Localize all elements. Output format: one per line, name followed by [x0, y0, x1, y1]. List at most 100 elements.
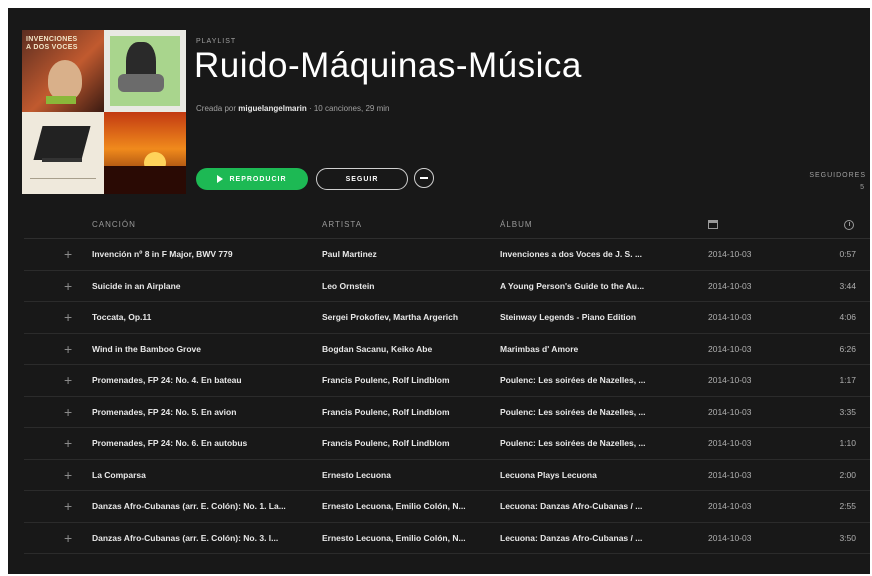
track-album[interactable]: Lecuona: Danzas Afro-Cubanas / ...	[500, 501, 676, 511]
track-artist[interactable]: Leo Ornstein	[322, 281, 490, 291]
play-button-label: REPRODUCIR	[229, 175, 287, 183]
track-artist[interactable]: Bogdan Sacanu, Keiko Abe	[322, 344, 490, 354]
followers-count: 5	[860, 184, 864, 191]
track-duration: 3:50	[839, 532, 856, 543]
calendar-icon[interactable]	[708, 220, 718, 229]
table-row[interactable]: + Promenades, FP 24: No. 6. En autobus F…	[24, 428, 870, 460]
track-artist[interactable]: Paul Martinez	[322, 249, 490, 259]
track-date-added: 2014-10-03	[708, 406, 752, 417]
track-album[interactable]: Steinway Legends - Piano Edition	[500, 312, 676, 322]
add-track-icon[interactable]: +	[64, 530, 72, 546]
add-track-icon[interactable]: +	[64, 341, 72, 357]
table-row[interactable]: + Promenades, FP 24: No. 5. En avion Fra…	[24, 397, 870, 428]
clock-icon[interactable]	[844, 220, 854, 230]
track-title: La Comparsa	[92, 469, 146, 480]
track-album[interactable]: Poulenc: Les soirées de Nazelles, ...	[500, 375, 676, 385]
track-title: Toccata, Op.11	[92, 312, 152, 322]
track-artist[interactable]: Sergei Prokofiev, Martha Argerich	[322, 312, 490, 322]
track-duration: 3:35	[839, 406, 856, 417]
track-duration: 2:55	[839, 501, 856, 511]
column-header-album[interactable]: ÁLBUM	[500, 220, 533, 229]
more-icon	[420, 177, 428, 179]
playlist-type-label: PLAYLIST	[196, 38, 237, 45]
table-row[interactable]: + Promenades, FP 24: No. 4. En bateau Fr…	[24, 365, 870, 397]
track-album[interactable]: Lecuona Plays Lecuona	[500, 470, 676, 480]
play-icon	[217, 175, 224, 183]
track-title: Promenades, FP 24: No. 6. En autobus	[92, 438, 248, 448]
track-artist[interactable]: Ernesto Lecuona, Emilio Colón, N...	[322, 501, 490, 511]
track-title: Promenades, FP 24: No. 4. En bateau	[92, 375, 242, 385]
track-artist[interactable]: Ernesto Lecuona	[322, 470, 490, 480]
followers-label: SEGUIDORES	[809, 172, 866, 179]
track-duration: 0:57	[839, 249, 856, 259]
track-artist[interactable]: Francis Poulenc, Rolf Lindblom	[322, 438, 490, 448]
track-title: Suicide in an Airplane	[92, 280, 181, 291]
track-date-added: 2014-10-03	[708, 532, 752, 543]
horizon-shape	[104, 166, 186, 194]
tracklist: + Invención nº 8 in F Major, BWV 779 Pau…	[8, 239, 870, 554]
play-button[interactable]: REPRODUCIR	[196, 168, 308, 190]
playlist-creator-line: Creada por miguelangelmarin · 10 cancion…	[196, 104, 389, 113]
column-header-artist[interactable]: ARTISTA	[322, 220, 362, 229]
track-album[interactable]: Invenciones a dos Voces de J. S. ...	[500, 249, 676, 259]
track-title: Wind in the Bamboo Grove	[92, 343, 202, 354]
track-title: Promenades, FP 24: No. 5. En avion	[92, 406, 237, 417]
track-duration: 2:00	[839, 469, 856, 480]
add-track-icon[interactable]: +	[64, 246, 72, 262]
track-date-added: 2014-10-03	[708, 343, 752, 354]
playlist-cover-mosaic: INVENCIONES A DOS VOCES	[22, 30, 186, 194]
track-duration: 1:17	[839, 375, 856, 385]
track-duration: 1:10	[839, 438, 856, 448]
track-album[interactable]: A Young Person's Guide to the Au...	[500, 281, 676, 291]
track-title: Invención nº 8 in F Major, BWV 779	[92, 249, 233, 259]
follow-button-label: SEGUIR	[345, 175, 379, 183]
cover-tile-piano	[22, 112, 104, 194]
owner-link[interactable]: miguelangelmarin	[238, 104, 306, 113]
table-row[interactable]: + Danzas Afro-Cubanas (arr. E. Colón): N…	[24, 523, 870, 554]
track-date-added: 2014-10-03	[708, 249, 752, 259]
add-track-icon[interactable]: +	[64, 372, 72, 388]
track-artist[interactable]: Francis Poulenc, Rolf Lindblom	[322, 407, 490, 417]
cover-tile-caption: INVENCIONES A DOS VOCES	[26, 36, 78, 51]
add-track-icon[interactable]: +	[64, 435, 72, 451]
track-date-added: 2014-10-03	[708, 280, 752, 291]
table-row[interactable]: + Invención nº 8 in F Major, BWV 779 Pau…	[24, 239, 870, 271]
tracklist-header: CANCIÓN ARTISTA ÁLBUM	[8, 220, 870, 234]
playlist-title: Ruido-Máquinas-Música	[194, 46, 582, 85]
track-title: Danzas Afro-Cubanas (arr. E. Colón): No.…	[92, 501, 286, 511]
table-row[interactable]: + Wind in the Bamboo Grove Bogdan Sacanu…	[24, 334, 870, 365]
more-options-button[interactable]	[414, 168, 434, 188]
table-row[interactable]: + Danzas Afro-Cubanas (arr. E. Colón): N…	[24, 491, 870, 523]
track-date-added: 2014-10-03	[708, 501, 752, 511]
track-duration: 3:44	[839, 280, 856, 291]
track-date-added: 2014-10-03	[708, 312, 752, 322]
cover-tile-green	[104, 30, 186, 112]
track-date-added: 2014-10-03	[708, 469, 752, 480]
add-track-icon[interactable]: +	[64, 467, 72, 483]
track-artist[interactable]: Francis Poulenc, Rolf Lindblom	[322, 375, 490, 385]
track-album[interactable]: Poulenc: Les soirées de Nazelles, ...	[500, 407, 676, 417]
table-row[interactable]: + La Comparsa Ernesto Lecuona Lecuona Pl…	[24, 460, 870, 491]
add-track-icon[interactable]: +	[64, 404, 72, 420]
track-artist[interactable]: Ernesto Lecuona, Emilio Colón, N...	[322, 533, 490, 543]
table-row[interactable]: + Suicide in an Airplane Leo Ornstein A …	[24, 271, 870, 302]
cover-portrait-shape	[48, 60, 82, 100]
track-title: Danzas Afro-Cubanas (arr. E. Colón): No.…	[92, 532, 279, 543]
playlist-view: INVENCIONES A DOS VOCES PLAYLIST Ruido-M…	[8, 8, 870, 574]
table-row[interactable]: + Toccata, Op.11 Sergei Prokofiev, Marth…	[24, 302, 870, 334]
piano-shape	[33, 126, 91, 160]
track-date-added: 2014-10-03	[708, 438, 752, 448]
follow-button[interactable]: SEGUIR	[316, 168, 408, 190]
cover-label-shape	[46, 96, 76, 104]
add-track-icon[interactable]: +	[64, 309, 72, 325]
cover-figure-base	[118, 74, 164, 92]
track-album[interactable]: Lecuona: Danzas Afro-Cubanas / ...	[500, 533, 676, 543]
playlist-summary: · 10 canciones, 29 min	[308, 104, 390, 113]
column-header-song[interactable]: CANCIÓN	[92, 220, 136, 229]
add-track-icon[interactable]: +	[64, 278, 72, 294]
track-album[interactable]: Marimbas d' Amore	[500, 344, 676, 354]
track-album[interactable]: Poulenc: Les soirées de Nazelles, ...	[500, 438, 676, 448]
track-date-added: 2014-10-03	[708, 375, 752, 385]
track-duration: 6:26	[839, 343, 856, 354]
add-track-icon[interactable]: +	[64, 498, 72, 514]
